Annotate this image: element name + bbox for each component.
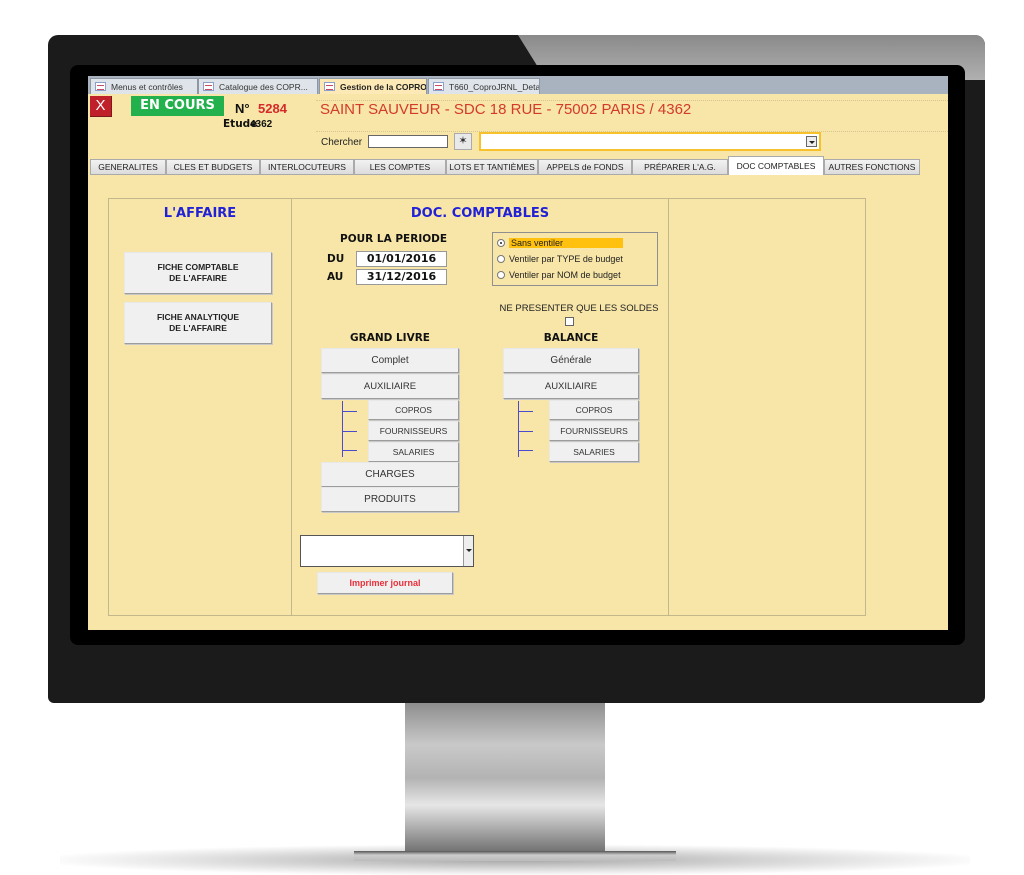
gl-tree-branch: [342, 450, 357, 451]
du-label: DU: [327, 253, 345, 265]
soldes-label: NE PRESENTER QUE LES SOLDES: [499, 303, 659, 314]
gl-produits-button[interactable]: PRODUITS: [321, 487, 459, 512]
table-icon: [433, 82, 444, 91]
number-label: N°: [235, 101, 250, 116]
date-from-field[interactable]: 01/01/2016: [356, 251, 447, 267]
wand-icon: ✶: [458, 135, 468, 147]
option-label: Ventiler par NOM de budget: [509, 270, 621, 280]
tab-appels-fonds[interactable]: APPELS de FONDS: [538, 159, 632, 175]
bal-copros-button[interactable]: COPROS: [549, 400, 639, 420]
gl-copros-button[interactable]: COPROS: [368, 400, 459, 420]
monitor-stand: [405, 703, 605, 853]
gl-auxiliaire-button[interactable]: AUXILIAIRE: [321, 374, 459, 399]
app-screen: Menus et contrôles Catalogue des COPR...…: [88, 76, 948, 630]
monitor-stand-foot: [354, 851, 676, 861]
bal-tree-branch: [518, 411, 533, 412]
doc-title: DOC. COMPTABLES: [410, 206, 550, 221]
form-icon: [324, 82, 335, 91]
tab-preparer-ag[interactable]: PRÉPARER L'A.G.: [632, 159, 728, 175]
etude-value: 4362: [250, 119, 273, 130]
option-label: Sans ventiler: [509, 238, 624, 248]
date-to-field[interactable]: 31/12/2016: [356, 269, 447, 285]
gl-tree-line: [342, 401, 343, 457]
doc-tab-label: Gestion de la COPRO: [340, 82, 427, 92]
doc-tab-gestion[interactable]: Gestion de la COPRO: [319, 78, 427, 94]
doc-tab-label: T660_CoproJRNL_Detail: [449, 82, 540, 92]
tab-interlocuteurs[interactable]: INTERLOCUTEURS: [260, 159, 354, 175]
ventilation-option-group: Sans ventiler Ventiler par TYPE de budge…: [492, 232, 658, 286]
dropdown-arrow-icon[interactable]: [463, 536, 473, 566]
document-tab-bar: Menus et contrôles Catalogue des COPR...…: [88, 76, 948, 94]
bal-salaries-button[interactable]: SALARIES: [549, 442, 639, 462]
balance-title: BALANCE: [543, 332, 599, 344]
tab-cles-budgets[interactable]: CLES ET BUDGETS: [166, 159, 260, 175]
dropdown-arrow-icon[interactable]: [806, 136, 817, 147]
radio-icon: [497, 255, 505, 263]
period-label: POUR LA PERIODE: [340, 233, 448, 245]
doc-tab-menus[interactable]: Menus et contrôles: [90, 78, 198, 94]
gl-salaries-button[interactable]: SALARIES: [368, 442, 459, 462]
journal-select[interactable]: [300, 535, 474, 567]
affaire-title: L'AFFAIRE: [163, 206, 237, 221]
bal-auxiliaire-button[interactable]: AUXILIAIRE: [503, 374, 639, 399]
soldes-checkbox[interactable]: [565, 317, 574, 326]
doc-tab-label: Catalogue des COPR...: [219, 82, 308, 92]
print-journal-button[interactable]: Imprimer journal: [317, 572, 453, 594]
bal-fournisseurs-button[interactable]: FOURNISSEURS: [549, 421, 639, 441]
search-label: Chercher: [321, 137, 363, 148]
search-wand-button[interactable]: ✶: [454, 133, 472, 150]
number-value: 5284: [258, 101, 287, 116]
option-label: Ventiler par TYPE de budget: [509, 254, 623, 264]
gl-tree-branch: [342, 411, 357, 412]
doc-tab-catalogue[interactable]: Catalogue des COPR...: [198, 78, 318, 94]
gl-tree-branch: [342, 431, 357, 432]
option-sans-ventiler[interactable]: Sans ventiler: [497, 236, 624, 250]
close-button[interactable]: X: [90, 96, 112, 117]
bal-generale-button[interactable]: Générale: [503, 348, 639, 373]
option-ventiler-type[interactable]: Ventiler par TYPE de budget: [497, 252, 623, 266]
fiche-analytique-button[interactable]: FICHE ANALYTIQUE DE L'AFFAIRE: [124, 302, 272, 344]
tab-autres-fonctions[interactable]: AUTRES FONCTIONS: [824, 159, 920, 175]
option-ventiler-nom[interactable]: Ventiler par NOM de budget: [497, 268, 621, 282]
form-icon: [95, 82, 106, 91]
bal-tree-line: [518, 401, 519, 457]
copro-title: SAINT SAUVEUR - SDC 18 RUE - 75002 PARIS…: [320, 101, 692, 118]
radio-icon: [497, 271, 505, 279]
fiche-comptable-button[interactable]: FICHE COMPTABLE DE L'AFFAIRE: [124, 252, 272, 294]
bal-tree-branch: [518, 450, 533, 451]
tab-generalites[interactable]: GENERALITES: [90, 159, 166, 175]
status-badge: EN COURS: [131, 96, 224, 116]
tab-doc-comptables[interactable]: DOC COMPTABLES: [728, 156, 824, 175]
grand-livre-title: GRAND LIVRE: [350, 332, 430, 344]
form-icon: [203, 82, 214, 91]
tab-les-comptes[interactable]: LES COMPTES: [354, 159, 446, 175]
bal-tree-branch: [518, 431, 533, 432]
tab-lots-tantiemes[interactable]: LOTS ET TANTIÈMES: [446, 159, 538, 175]
au-label: AU: [327, 271, 344, 283]
gl-complet-button[interactable]: Complet: [321, 348, 459, 373]
doc-tab-label: Menus et contrôles: [111, 82, 183, 92]
search-input[interactable]: [368, 135, 448, 148]
gl-charges-button[interactable]: CHARGES: [321, 462, 459, 487]
radio-selected-icon: [497, 239, 505, 247]
gl-fournisseurs-button[interactable]: FOURNISSEURS: [368, 421, 459, 441]
copro-select[interactable]: [479, 132, 821, 151]
doc-tab-t660[interactable]: T660_CoproJRNL_Detail: [428, 78, 540, 94]
